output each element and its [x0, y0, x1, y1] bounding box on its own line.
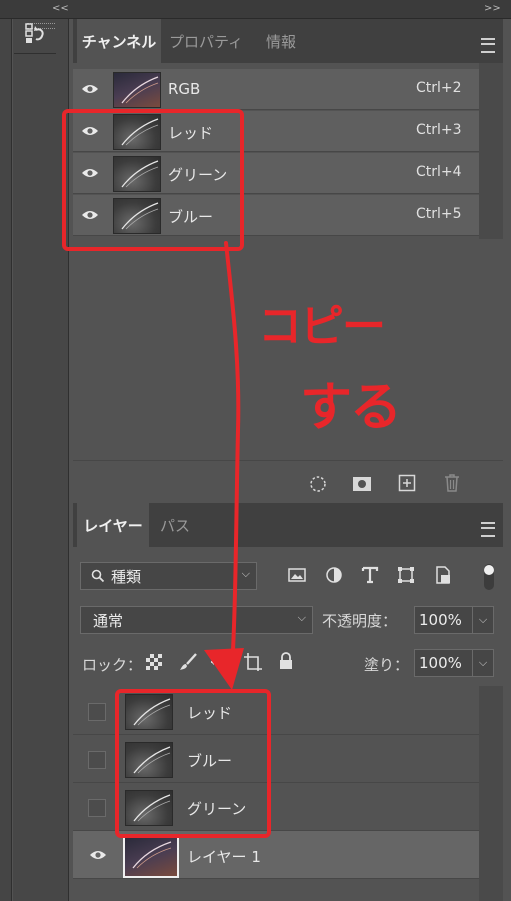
layer-thumbnail: [123, 836, 179, 878]
fill-label: 塗り：: [364, 656, 410, 674]
channel-shortcut: Ctrl+3: [416, 122, 462, 138]
collapse-left-button[interactable]: <<: [52, 3, 69, 14]
fill-value: 100%: [419, 654, 462, 672]
tab-layers[interactable]: レイヤー: [77, 503, 149, 547]
layer-row-layer1[interactable]: レイヤー 1: [73, 831, 479, 879]
smart-object-filter-icon[interactable]: [434, 566, 452, 584]
channels-footer: [73, 460, 503, 502]
lock-label: ロック：: [82, 656, 143, 674]
channel-row-rgb[interactable]: RGB Ctrl+2: [73, 69, 479, 110]
chevron-down-icon: ⌵: [297, 611, 306, 624]
tab-properties[interactable]: プロパティ: [161, 19, 251, 63]
lock-position-icon[interactable]: [210, 652, 230, 672]
blend-mode-select[interactable]: 通常 ⌵: [80, 606, 313, 634]
shape-filter-icon[interactable]: [397, 566, 415, 584]
image-filter-icon[interactable]: [288, 566, 306, 584]
channels-tabbar: チャンネル プロパティ 情報: [73, 19, 503, 63]
layers-scrollbar[interactable]: [479, 686, 503, 901]
top-strip: [0, 0, 511, 19]
opacity-value: 100%: [419, 611, 462, 629]
lock-artboard-icon[interactable]: [243, 652, 263, 672]
history-icon: [23, 22, 47, 46]
annotation-box-layers: [115, 689, 271, 838]
collapse-right-button[interactable]: >>: [484, 3, 501, 14]
channel-thumbnail: [113, 72, 161, 108]
layers-menu-icon[interactable]: [481, 522, 495, 537]
channels-menu-icon[interactable]: [481, 38, 495, 53]
filter-toggle[interactable]: [482, 562, 496, 592]
filter-kind-select[interactable]: 種類 ⌵: [80, 562, 257, 590]
channel-name: RGB: [168, 80, 201, 98]
tool-dock: [13, 19, 69, 901]
chevron-down-icon[interactable]: ⌵: [472, 607, 493, 633]
blend-mode-label: 通常: [93, 611, 124, 630]
annotation-box-channels: [62, 109, 244, 251]
type-filter-icon[interactable]: [361, 566, 379, 584]
layers-tabbar: レイヤー パス: [73, 503, 503, 547]
tab-info[interactable]: 情報: [251, 19, 311, 63]
chevron-down-icon: ⌵: [241, 567, 250, 580]
lock-all-icon[interactable]: [278, 652, 294, 670]
tab-channels[interactable]: チャンネル: [77, 19, 161, 63]
fill-field[interactable]: 100% ⌵: [414, 649, 494, 677]
lock-pixels-brush-icon[interactable]: [178, 652, 198, 672]
tab-paths[interactable]: パス: [149, 503, 201, 547]
opacity-field[interactable]: 100% ⌵: [414, 606, 494, 634]
new-channel-icon[interactable]: [398, 474, 416, 492]
history-button[interactable]: [14, 14, 56, 54]
opacity-label: 不透明度：: [322, 612, 398, 630]
mask-icon[interactable]: [352, 475, 372, 493]
eye-icon[interactable]: [81, 83, 99, 95]
filter-kind-label: 種類: [111, 567, 142, 586]
adjustment-filter-icon[interactable]: [325, 566, 343, 584]
trash-icon[interactable]: [443, 473, 461, 493]
annotation-text-copy: コピー: [258, 301, 386, 352]
visibility-checkbox[interactable]: [88, 703, 106, 721]
lock-transparency-icon[interactable]: [146, 654, 162, 670]
chevron-down-icon[interactable]: ⌵: [472, 650, 493, 676]
visibility-checkbox[interactable]: [88, 799, 106, 817]
channels-scrollbar[interactable]: [479, 63, 503, 239]
channel-shortcut: Ctrl+5: [416, 206, 462, 222]
layer-name: レイヤー 1: [187, 848, 261, 866]
search-icon: [91, 569, 105, 583]
annotation-text-do: する: [300, 378, 402, 438]
visibility-checkbox[interactable]: [88, 751, 106, 769]
selection-circle-icon[interactable]: [309, 475, 327, 493]
channel-shortcut: Ctrl+4: [416, 164, 462, 180]
channel-shortcut: Ctrl+2: [416, 80, 462, 96]
eye-icon[interactable]: [89, 849, 107, 861]
left-dock: [0, 19, 12, 901]
